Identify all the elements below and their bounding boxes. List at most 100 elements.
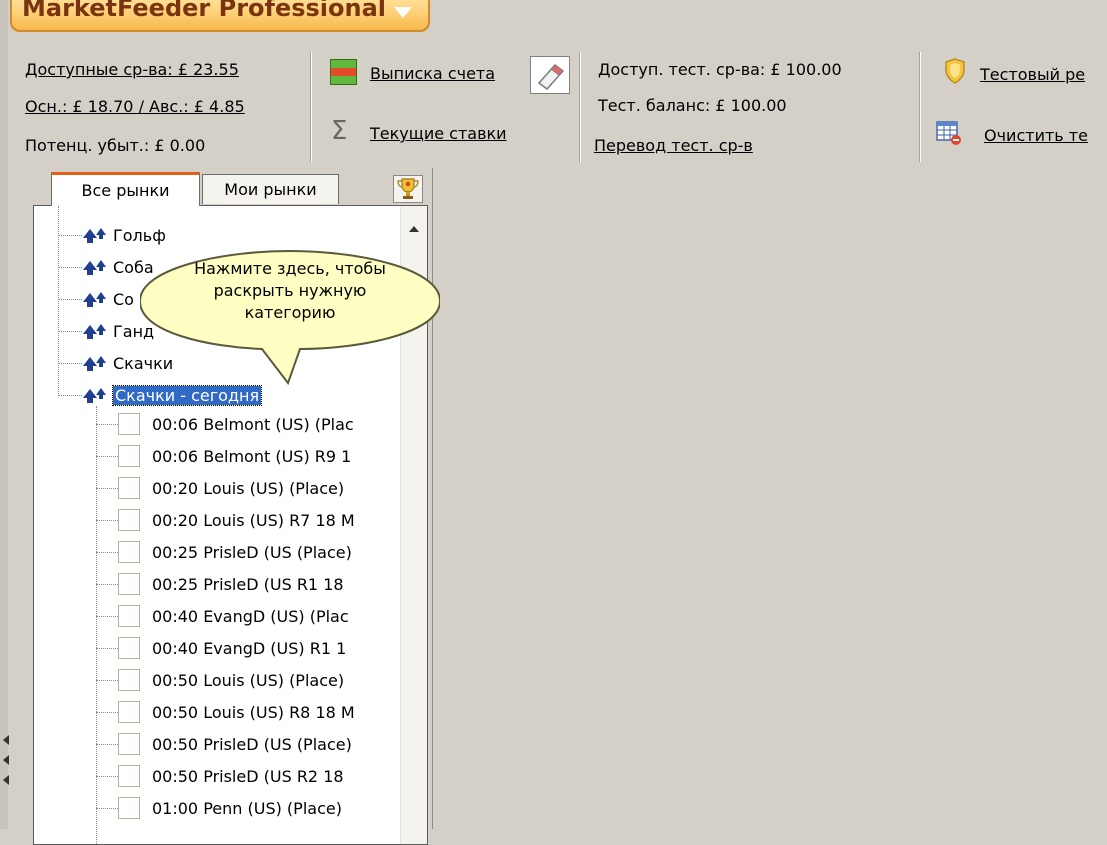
market-item[interactable]: 00:50 PrisleD (US R2 18 (118, 762, 344, 790)
market-label: 00:40 EvangD (US) R1 1 (152, 638, 347, 658)
callout-text: Нажмите здесь, чтобы раскрыть нужную кат… (194, 259, 386, 322)
tree-connector (96, 616, 118, 617)
market-checkbox[interactable] (118, 605, 140, 627)
category-arrows-icon (82, 385, 110, 405)
market-checkbox[interactable] (118, 765, 140, 787)
market-label: 00:06 Belmont (US) R9 1 (152, 446, 352, 466)
market-label: 00:50 PrisleD (US (Place) (152, 734, 352, 754)
available-funds-link[interactable]: Доступные ср-ва: £ 23.55 (25, 60, 239, 79)
current-bets-link[interactable]: Текущие ставки (370, 124, 507, 143)
tree-connector (96, 488, 118, 489)
tab-all-markets[interactable]: Все рынки (51, 172, 200, 206)
tree-category-3[interactable]: Со (82, 285, 134, 313)
app-title: MarketFeeder Professional (22, 0, 387, 22)
market-checkbox[interactable] (118, 669, 140, 691)
tree-connector (58, 363, 82, 364)
potential-loss-text: Потенц. убыт.: £ 0.00 (25, 136, 206, 155)
market-checkbox[interactable] (118, 797, 140, 819)
market-item[interactable]: 00:20 Louis (US) R7 18 M (118, 506, 355, 534)
arrow-left-icon (3, 775, 9, 785)
market-checkbox[interactable] (118, 733, 140, 755)
market-checkbox[interactable] (118, 477, 140, 499)
market-item[interactable]: 00:25 PrisleD (US (Place) (118, 538, 352, 566)
divider (311, 52, 312, 162)
market-label: 00:50 Louis (US) (Place) (152, 670, 345, 690)
market-label: 00:25 PrisleD (US R1 18 (152, 574, 344, 594)
clear-test-link[interactable]: Очистить те (984, 126, 1088, 145)
market-label: 00:50 PrisleD (US R2 18 (152, 766, 344, 786)
market-label: 00:50 Louis (US) R8 18 M (152, 702, 355, 722)
category-arrows-icon (82, 321, 110, 341)
tab-my-markets[interactable]: Мои рынки (202, 174, 339, 204)
test-transfer-link[interactable]: Перевод тест. ср-в (594, 136, 753, 155)
tree-connector (96, 424, 118, 425)
market-label: 01:00 Penn (US) (Place) (152, 798, 342, 818)
arrow-left-icon (3, 755, 9, 765)
market-item[interactable]: 01:00 Penn (US) (Place) (118, 794, 342, 822)
test-mode-link[interactable]: Тестовый ре (980, 65, 1085, 84)
market-item[interactable]: 00:40 EvangD (US) R1 1 (118, 634, 346, 662)
category-arrows-icon (82, 289, 110, 309)
statement-icon[interactable] (330, 59, 357, 85)
tab-label: Все рынки (81, 181, 170, 200)
main-advance-balance-link[interactable]: Осн.: £ 18.70 / Авс.: £ 4.85 (25, 97, 245, 116)
market-checkbox[interactable] (118, 541, 140, 563)
tree-connector (96, 406, 97, 844)
tree-connector (58, 235, 82, 236)
market-label: 00:40 EvangD (US) (Plac (152, 606, 349, 626)
tree-connector (96, 776, 118, 777)
category-arrows-icon (82, 353, 110, 373)
callout-balloon: Нажмите здесь, чтобы раскрыть нужную кат… (138, 245, 442, 435)
arrow-left-icon (3, 735, 9, 745)
category-label: Со (113, 289, 134, 309)
tree-connector (58, 331, 82, 332)
market-checkbox[interactable] (118, 637, 140, 659)
eraser-icon[interactable] (530, 56, 570, 94)
market-item[interactable]: 00:25 PrisleD (US R1 18 (118, 570, 344, 598)
divider (580, 52, 581, 162)
category-arrows-icon (82, 257, 110, 277)
market-label: 00:20 Louis (US) (Place) (152, 478, 345, 498)
trophy-icon[interactable] (393, 175, 423, 203)
test-balance: Тест. баланс: £ 100.00 (598, 96, 787, 115)
category-label: Гольф (113, 225, 166, 245)
market-checkbox[interactable] (118, 509, 140, 531)
category-arrows-icon (82, 225, 110, 245)
tree-connector (58, 267, 82, 268)
left-collapse-arrows[interactable] (0, 735, 10, 795)
market-item[interactable]: 00:40 EvangD (US) (Plac (118, 602, 349, 630)
market-checkbox[interactable] (118, 701, 140, 723)
market-item[interactable]: 00:50 PrisleD (US (Place) (118, 730, 352, 758)
app-menu-button[interactable]: MarketFeeder Professional (10, 0, 430, 32)
market-checkbox[interactable] (118, 445, 140, 467)
market-label: 00:25 PrisleD (US (Place) (152, 542, 352, 562)
tree-connector (58, 299, 82, 300)
tree-connector (96, 584, 118, 585)
test-available-funds: Доступ. тест. ср-ва: £ 100.00 (598, 60, 842, 79)
statement-link[interactable]: Выписка счета (370, 64, 495, 83)
window-left-edge (0, 0, 8, 829)
market-item[interactable]: 00:50 Louis (US) (Place) (118, 666, 344, 694)
market-checkbox[interactable] (118, 573, 140, 595)
market-item[interactable]: 00:06 Belmont (US) R9 1 (118, 442, 351, 470)
scroll-up-icon[interactable] (409, 226, 419, 232)
tree-connector (96, 552, 118, 553)
divider (920, 52, 921, 162)
market-label: 00:20 Louis (US) R7 18 M (152, 510, 355, 530)
tree-connector (96, 648, 118, 649)
chevron-down-icon (394, 7, 413, 18)
shield-icon[interactable] (944, 58, 966, 88)
tree-connector (58, 395, 82, 396)
market-item[interactable]: 00:20 Louis (US) (Place) (118, 474, 344, 502)
tree-connector (96, 808, 118, 809)
sigma-icon[interactable]: Σ (331, 118, 347, 144)
tree-connector (96, 712, 118, 713)
tree-connector (96, 744, 118, 745)
clear-grid-icon[interactable] (936, 120, 962, 150)
tab-label: Мои рынки (224, 180, 317, 199)
market-item[interactable]: 00:50 Louis (US) R8 18 M (118, 698, 355, 726)
market-checkbox[interactable] (118, 413, 140, 435)
tree-connector (96, 456, 118, 457)
tree-connector (96, 680, 118, 681)
tree-connector (96, 520, 118, 521)
